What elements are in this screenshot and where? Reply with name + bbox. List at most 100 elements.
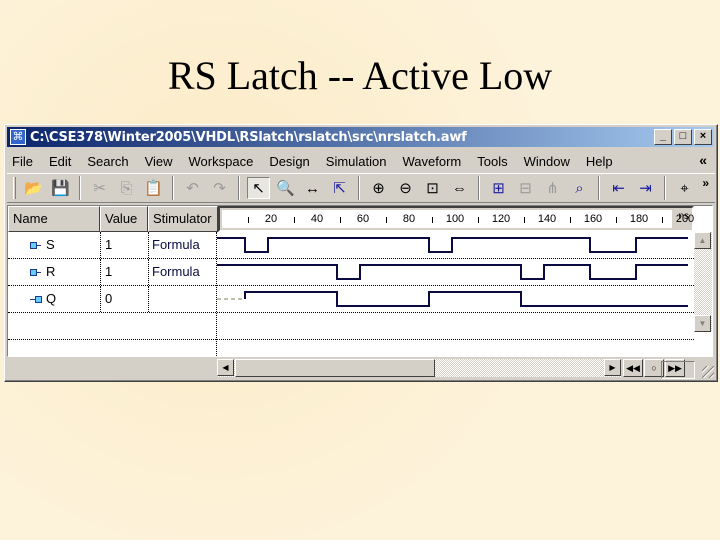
toolbar-separator bbox=[79, 176, 81, 200]
add-signal-button[interactable]: ⊞ bbox=[487, 177, 510, 199]
signal-name: R bbox=[46, 264, 56, 279]
column-header-name[interactable]: Name bbox=[8, 206, 100, 232]
scroll-down-button[interactable]: ▼ bbox=[694, 315, 711, 332]
vertical-scrollbar[interactable]: ▲ ▼ bbox=[694, 232, 712, 332]
signal-value: 1 bbox=[100, 232, 148, 258]
ruler-minor-tick bbox=[478, 217, 479, 223]
next-edge-button[interactable]: ⇥ bbox=[634, 177, 657, 199]
open-button[interactable]: 📂 bbox=[22, 177, 45, 199]
horizontal-scroll-thumb[interactable] bbox=[235, 359, 435, 377]
ruler-minor-tick bbox=[524, 217, 525, 223]
copy-icon: ⎘ bbox=[120, 179, 133, 197]
time-ruler[interactable]: 20 40 60 80 100 120 140 160 180 200 ns bbox=[218, 206, 694, 232]
toolbar-separator bbox=[664, 176, 666, 200]
find-signal-button[interactable]: ⌕ bbox=[568, 177, 591, 199]
toolbar-overflow-icon[interactable]: » bbox=[702, 176, 709, 190]
slide-title: RS Latch -- Active Low bbox=[167, 53, 553, 98]
ruler-tick-label: 40 bbox=[310, 213, 324, 225]
save-icon: 💾 bbox=[51, 180, 70, 197]
scroll-up-button[interactable]: ▲ bbox=[694, 232, 711, 249]
menu-view[interactable]: View bbox=[142, 154, 173, 169]
paste-button[interactable]: 📋 bbox=[142, 177, 165, 199]
toolbar-grip[interactable] bbox=[13, 177, 16, 199]
signal-name-cell[interactable]: Q bbox=[8, 286, 100, 312]
output-port-icon bbox=[30, 296, 42, 303]
menu-bar: File Edit Search View Workspace Design Simulat… bbox=[9, 151, 713, 171]
remove-signal-button[interactable]: ⊟ bbox=[514, 177, 537, 199]
signal-stimulator[interactable]: Formula bbox=[148, 259, 216, 285]
menu-search[interactable]: Search bbox=[84, 154, 128, 169]
scroll-right-button[interactable]: ▶ bbox=[604, 359, 621, 376]
scroll-left-button[interactable]: ◀ bbox=[217, 359, 234, 376]
copy-button[interactable]: ⎘ bbox=[115, 177, 138, 199]
menu-help[interactable]: Help bbox=[583, 154, 613, 169]
waveform-trace-r[interactable] bbox=[217, 264, 688, 280]
menu-file[interactable]: File bbox=[9, 154, 33, 169]
select-signal-button[interactable]: ⇱ bbox=[328, 177, 351, 199]
menu-edit[interactable]: Edit bbox=[46, 154, 71, 169]
redo-icon: ↷ bbox=[213, 180, 226, 197]
menu-overflow-icon[interactable]: « bbox=[699, 152, 707, 168]
menu-tools[interactable]: Tools bbox=[474, 154, 507, 169]
signal-name: S bbox=[46, 237, 55, 252]
status-field bbox=[661, 361, 695, 379]
ruler-tick-label: 160 bbox=[583, 213, 603, 225]
waveform-plot[interactable] bbox=[217, 232, 695, 356]
toolbar-separator bbox=[358, 176, 360, 200]
close-button[interactable]: × bbox=[694, 129, 712, 145]
menu-workspace[interactable]: Workspace bbox=[186, 154, 254, 169]
bus-icon: ⋔ bbox=[546, 180, 559, 197]
find-binoculars-icon: ⌖ bbox=[680, 179, 689, 197]
measure-button[interactable]: ↔ bbox=[301, 177, 324, 199]
maximize-button[interactable]: □ bbox=[674, 129, 692, 145]
redo-button[interactable]: ↷ bbox=[208, 177, 231, 199]
waveform-panel: Name Value Stimulator 20 40 60 80 100 120 140 1… bbox=[7, 205, 713, 357]
ruler-minor-tick bbox=[294, 217, 295, 223]
ruler-scale: 20 40 60 80 100 120 140 160 180 200 bbox=[222, 210, 694, 228]
menu-design[interactable]: Design bbox=[266, 154, 309, 169]
signal-stimulator[interactable]: Formula bbox=[148, 232, 216, 258]
zoom-out-button[interactable]: ⊖ bbox=[394, 177, 417, 199]
signal-name-cell[interactable]: S bbox=[8, 232, 100, 258]
undo-button[interactable]: ↶ bbox=[181, 177, 204, 199]
menu-window[interactable]: Window bbox=[521, 154, 570, 169]
signal-stimulator[interactable] bbox=[148, 286, 216, 312]
prev-edge-button[interactable]: ⇤ bbox=[607, 177, 630, 199]
window-title: C:\CSE378\Winter2005\VHDL\RSlatch\rslatc… bbox=[30, 129, 467, 145]
select-pointer-button[interactable]: ↖ bbox=[247, 177, 270, 199]
select-signal-icon: ⇱ bbox=[333, 180, 346, 197]
signal-name-cell[interactable]: R bbox=[8, 259, 100, 285]
horizontal-scrollbar[interactable]: ◀ ▶ bbox=[217, 359, 621, 377]
zoom-in-button[interactable]: ⊕ bbox=[367, 177, 390, 199]
zoom-range-button[interactable]: ⊡ bbox=[421, 177, 444, 199]
ruler-minor-tick bbox=[570, 217, 571, 223]
zoom-fit-icon: ⇔ bbox=[452, 179, 467, 197]
menu-simulation[interactable]: Simulation bbox=[323, 154, 387, 169]
menu-waveform[interactable]: Waveform bbox=[399, 154, 461, 169]
save-button[interactable]: 💾 bbox=[49, 177, 72, 199]
column-header-stimulator[interactable]: Stimulator bbox=[148, 206, 218, 232]
add-signal-icon: ⊞ bbox=[492, 180, 505, 197]
find-binoculars-button[interactable]: ⌖ bbox=[673, 177, 696, 199]
minimize-button[interactable]: _ bbox=[654, 129, 672, 145]
ruler-unit: ns bbox=[678, 211, 689, 222]
title-bar[interactable]: ⌘ C:\CSE378\Winter2005\VHDL\RSlatch\rsla… bbox=[7, 127, 714, 147]
resize-grip[interactable] bbox=[702, 366, 714, 378]
ruler-tick-label: 20 bbox=[264, 213, 278, 225]
zoom-fit-button[interactable]: ⇔ bbox=[448, 177, 471, 199]
waveform-trace-q[interactable] bbox=[244, 291, 688, 307]
zoom-tool-button[interactable]: 🔍 bbox=[274, 177, 297, 199]
toolbar-separator bbox=[172, 176, 174, 200]
column-header-value[interactable]: Value bbox=[100, 206, 148, 232]
waveform-window: ⌘ C:\CSE378\Winter2005\VHDL\RSlatch\rsla… bbox=[4, 124, 718, 382]
cut-button[interactable]: ✂ bbox=[88, 177, 111, 199]
go-start-button[interactable]: ◀◀ bbox=[623, 359, 643, 377]
bus-button[interactable]: ⋔ bbox=[541, 177, 564, 199]
ruler-minor-tick bbox=[432, 217, 433, 223]
ruler-tick-label: 180 bbox=[629, 213, 649, 225]
zoom-range-icon: ⊡ bbox=[426, 180, 439, 197]
next-edge-icon: ⇥ bbox=[639, 180, 652, 197]
measure-icon: ↔ bbox=[305, 179, 320, 197]
waveform-trace-s[interactable] bbox=[217, 237, 688, 253]
ruler-tick-label: 140 bbox=[537, 213, 557, 225]
